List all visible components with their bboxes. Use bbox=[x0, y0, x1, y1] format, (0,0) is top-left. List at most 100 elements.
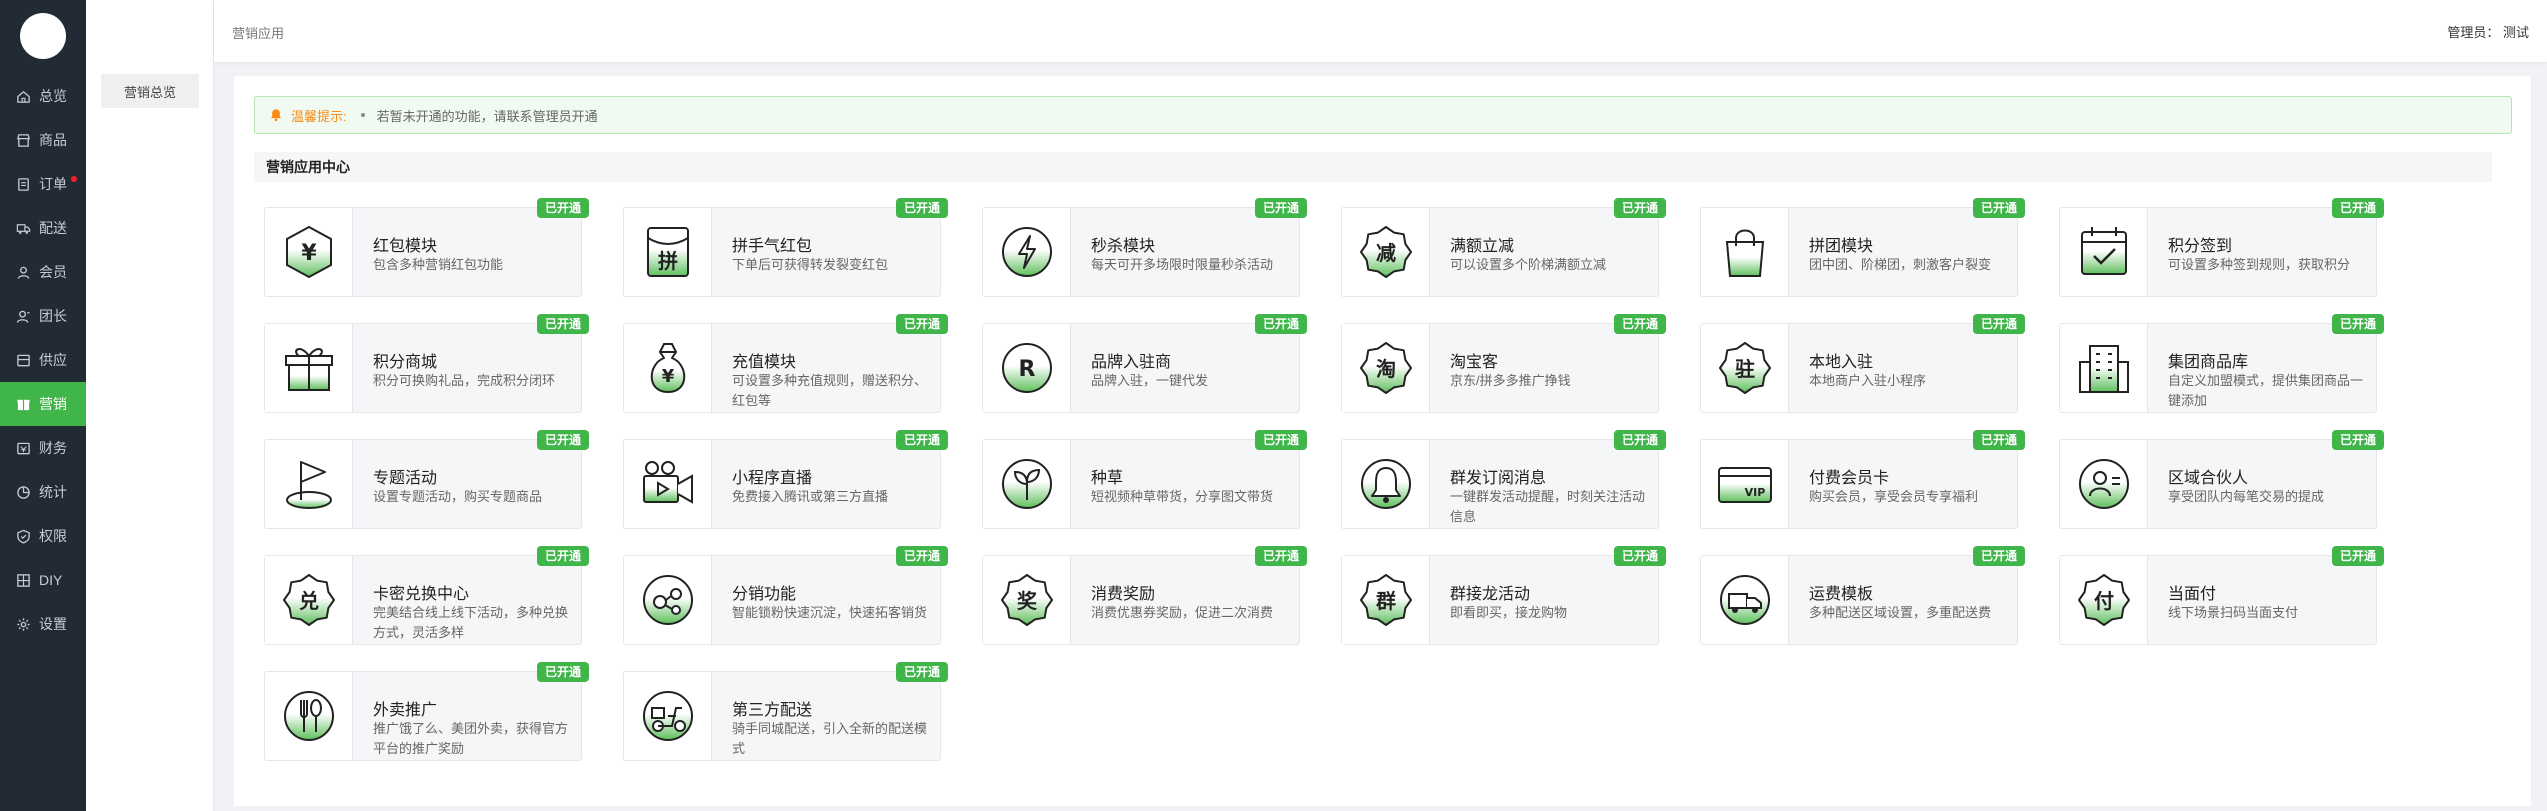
subnav-item-marketing-overview[interactable]: 营销总览 bbox=[101, 74, 199, 108]
status-badge: 已开通 bbox=[1613, 430, 1666, 450]
card-icon-box bbox=[265, 324, 353, 412]
card-title: 积分签到 bbox=[2168, 238, 2233, 255]
card-icon-box: 群 bbox=[1342, 556, 1430, 644]
sidebar-item-label: DIY bbox=[39, 572, 63, 588]
sidebar-item-8[interactable]: 财务 bbox=[0, 426, 86, 470]
card-title: 秒杀模块 bbox=[1091, 238, 1156, 255]
card-icon-box: 减 bbox=[1342, 208, 1430, 296]
card-icon-box bbox=[1342, 440, 1430, 528]
card-description: 消费优惠券奖励，促进二次消费 bbox=[1091, 605, 1274, 620]
sidebar-item-1[interactable]: 商品 bbox=[0, 118, 86, 162]
svg-text:奖: 奖 bbox=[1017, 589, 1038, 613]
app-card-vip-card[interactable]: VIP 付费会员卡 购买会员，享受会员专享福利 已开通 bbox=[1700, 430, 2025, 529]
sidebar-item-10[interactable]: 权限 bbox=[0, 514, 86, 558]
sidebar-item-5[interactable]: 团长 bbox=[0, 294, 86, 338]
app-card-distribution[interactable]: 分销功能智能锁粉快速沉淀，快速拓客销货 已开通 bbox=[623, 546, 948, 645]
app-card-calendar-check[interactable]: 积分签到 可设置多种签到规则，获取积分 已开通 bbox=[2059, 198, 2384, 297]
logo[interactable] bbox=[20, 13, 66, 59]
app-card-partner[interactable]: 区域合伙人 享受团队内每笔交易的提成 已开通 bbox=[2059, 430, 2384, 529]
sidebar-item-11[interactable]: DIY bbox=[0, 558, 86, 602]
app-card-reward-badge[interactable]: 奖 消费奖励 消费优惠券奖励，促进二次消费 已开通 bbox=[982, 546, 1307, 645]
card-title: 第三方配送 bbox=[732, 702, 813, 719]
lucky-packet-icon: 拼 bbox=[646, 227, 689, 277]
app-card-money-bag[interactable]: ¥ 充值模块 可设置多种充值规则，赠送积分、红包等 已开通 bbox=[623, 314, 948, 413]
svg-text:淘: 淘 bbox=[1376, 357, 1396, 381]
card-title: 红包模块 bbox=[373, 238, 438, 255]
app-card-lucky-packet[interactable]: 拼 拼手气红包 下单后可获得转发裂变红包 已开通 bbox=[623, 198, 948, 297]
status-badge: 已开通 bbox=[1613, 546, 1666, 566]
status-badge: 已开通 bbox=[1254, 198, 1307, 218]
app-card-video-camera[interactable]: 小程序直播 免费接入腾讯或第三方直播 已开通 bbox=[623, 430, 948, 529]
notice-bullet bbox=[360, 113, 365, 117]
card-description: 品牌入驻，一键代发 bbox=[1091, 373, 1209, 388]
app-card-brand[interactable]: R 品牌入驻商 品牌入驻，一键代发 已开通 bbox=[982, 314, 1307, 413]
app-card-discount-badge[interactable]: 减 满额立减 可以设置多个阶梯满额立减 已开通 bbox=[1341, 198, 1666, 297]
app-card-flash-sale[interactable]: 秒杀模块每天可开多场限时限量秒杀活动 已开通 bbox=[982, 198, 1307, 297]
sidebar-item-4[interactable]: 会员 bbox=[0, 250, 86, 294]
card-title: 分销功能 bbox=[732, 586, 797, 603]
card-title: 小程序直播 bbox=[732, 470, 813, 487]
app-card-taobao-badge[interactable]: 淘 淘宝客 京东/拼多多推广挣钱 已开通 bbox=[1341, 314, 1666, 413]
svg-text:兑: 兑 bbox=[299, 589, 319, 613]
status-badge: 已开通 bbox=[2331, 314, 2384, 334]
card-description: 多种配送区域设置，多重配送费 bbox=[1809, 605, 1992, 620]
sidebar-item-2[interactable]: 订单 bbox=[0, 162, 86, 206]
partner-icon bbox=[2078, 459, 2129, 509]
status-badge: 已开通 bbox=[536, 314, 589, 334]
gear-icon bbox=[17, 617, 30, 631]
card-title: 专题活动 bbox=[373, 470, 438, 487]
app-card-pay-badge[interactable]: 付 当面付 线下场景扫码当面支付 已开通 bbox=[2059, 546, 2384, 645]
app-card-bell[interactable]: 群发订阅消息 一键群发活动提醒，时刻关注活动信息 已开通 bbox=[1341, 430, 1666, 529]
app-card-building[interactable]: 集团商品库 自定义加盟模式，提供集团商品一键添加 已开通 bbox=[2059, 314, 2384, 413]
shield-icon bbox=[17, 529, 30, 544]
exchange-badge-icon: 兑 bbox=[282, 574, 335, 626]
app-card-yen-hexagon[interactable]: ¥ 红包模块 包含多种营销红包功能 已开通 bbox=[264, 198, 589, 297]
sidebar-item-9[interactable]: 统计 bbox=[0, 470, 86, 514]
card-description: 可以设置多个阶梯满额立减 bbox=[1450, 257, 1607, 272]
svg-text:付: 付 bbox=[2094, 589, 2114, 613]
flag-icon bbox=[285, 461, 332, 509]
app-card-exchange-badge[interactable]: 兑 卡密兑换中心 完美结合线上线下活动，多种兑换方式，灵活多样 已开通 bbox=[264, 546, 589, 645]
app-card-delivery-truck[interactable]: 运费模板多种配送区域设置，多重配送费 已开通 bbox=[1700, 546, 2025, 645]
card-description: 可设置多种签到规则，获取积分 bbox=[2168, 257, 2351, 272]
status-badge: 已开通 bbox=[1254, 546, 1307, 566]
sidebar-item-0[interactable]: 总览 bbox=[0, 74, 86, 118]
sidebar-item-label: 会员 bbox=[39, 264, 67, 280]
reward-badge-icon: 奖 bbox=[1000, 574, 1053, 626]
sidebar-item-3[interactable]: 配送 bbox=[0, 206, 86, 250]
discount-badge-icon: 减 bbox=[1359, 226, 1412, 278]
sidebar-item-7[interactable]: 营销 bbox=[0, 382, 86, 426]
sidebar-item-label: 权限 bbox=[39, 528, 67, 544]
app-card-fork-spoon[interactable]: 外卖推广 推广饿了么、美团外卖，获得官方平台的推广奖励 已开通 bbox=[264, 662, 589, 761]
card-title: 群接龙活动 bbox=[1450, 586, 1531, 603]
status-badge: 已开通 bbox=[895, 546, 948, 566]
card-description: 每天可开多场限时限量秒杀活动 bbox=[1091, 257, 1274, 272]
card-title: 卡密兑换中心 bbox=[373, 586, 470, 603]
app-card-sprout[interactable]: 种草 短视频种草带货，分享图文带货 已开通 bbox=[982, 430, 1307, 529]
app-card-local-badge[interactable]: 驻 本地入驻 本地商户入驻小程序 已开通 bbox=[1700, 314, 2025, 413]
sprout-icon bbox=[1001, 459, 1052, 509]
card-description: 推广饿了么、美团外卖，获得官方平台的推广奖励 bbox=[373, 721, 569, 756]
app-card-gift[interactable]: 积分商城 积分可换购礼品，完成积分闭环 已开通 bbox=[264, 314, 589, 413]
video-camera-icon bbox=[642, 461, 693, 504]
status-badge: 已开通 bbox=[1972, 546, 2025, 566]
card-title: 淘宝客 bbox=[1450, 354, 1499, 371]
admin-user[interactable]: 管理员： 测试 bbox=[2447, 22, 2529, 41]
card-description: 骑手同城配送，引入全新的配送模式 bbox=[732, 721, 928, 756]
status-badge: 已开通 bbox=[536, 430, 589, 450]
app-card-shopping-bag[interactable]: 拼团模块 团中团、阶梯团，刺激客户裂变 已开通 bbox=[1700, 198, 2025, 297]
status-badge: 已开通 bbox=[1613, 314, 1666, 334]
sidebar-item-6[interactable]: 供应 bbox=[0, 338, 86, 382]
sidebar-item-12[interactable]: 设置 bbox=[0, 602, 86, 646]
sidebar-item-label: 财务 bbox=[39, 440, 67, 456]
app-card-scooter[interactable]: 第三方配送 骑手同城配送，引入全新的配送模式 已开通 bbox=[623, 662, 948, 761]
app-card-flag[interactable]: 专题活动 设置专题活动，购买专题商品 已开通 bbox=[264, 430, 589, 529]
app-card-group-badge[interactable]: 群 群接龙活动 即看即买，接龙购物 已开通 bbox=[1341, 546, 1666, 645]
delivery-truck-icon bbox=[1719, 575, 1770, 625]
bell-icon bbox=[270, 109, 282, 122]
card-icon-box: ¥ bbox=[624, 324, 712, 412]
card-icon-box: 奖 bbox=[983, 556, 1071, 644]
card-description: 智能锁粉快速沉淀，快速拓客销货 bbox=[732, 605, 928, 620]
status-badge: 已开通 bbox=[1972, 314, 2025, 334]
card-title: 运费模板 bbox=[1809, 586, 1874, 603]
